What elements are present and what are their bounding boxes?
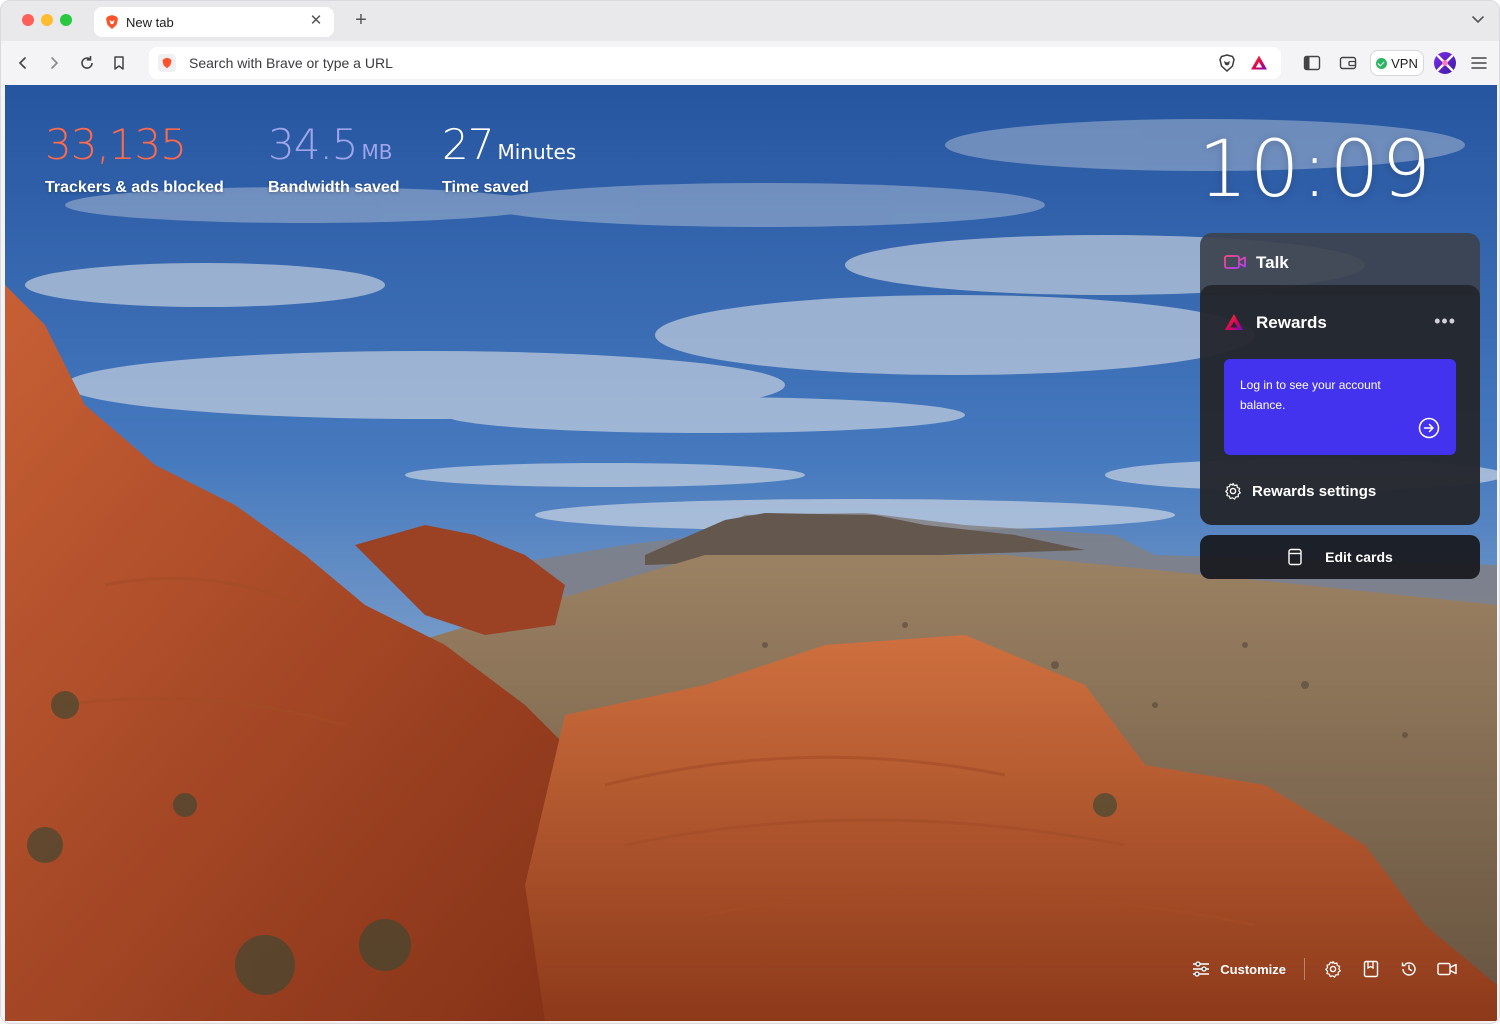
menu-button[interactable] xyxy=(1469,53,1489,73)
chevron-right-icon xyxy=(51,57,59,69)
bookmarks-icon xyxy=(1363,960,1379,978)
clock: 10:09 xyxy=(1198,125,1433,215)
vpn-status-icon xyxy=(1376,57,1388,69)
sliders-icon xyxy=(1193,961,1210,977)
bottom-toolbar: Customize xyxy=(1192,957,1457,981)
brave-shields-icon[interactable] xyxy=(1217,53,1237,73)
login-prompt-text: Log in to see your account balance. xyxy=(1240,378,1381,412)
browser-window: New tab ✕ + Search with Brave or type a … xyxy=(0,0,1500,1024)
divider xyxy=(1304,958,1305,980)
gear-icon xyxy=(1325,960,1341,978)
sidebar-icon xyxy=(1303,55,1321,71)
wallet-icon xyxy=(1339,56,1357,70)
vpn-button[interactable]: VPN xyxy=(1370,50,1424,76)
time-unit: Minutes xyxy=(497,140,577,164)
gear-icon xyxy=(1225,482,1241,500)
address-bar[interactable]: Search with Brave or type a URL xyxy=(149,47,1281,79)
cards-icon xyxy=(1288,548,1302,566)
tab-new-tab[interactable]: New tab ✕ xyxy=(94,7,334,37)
leo-ai-icon[interactable] xyxy=(1433,51,1457,75)
hamburger-menu-icon xyxy=(1471,57,1487,69)
tab-close-icon[interactable]: ✕ xyxy=(308,13,324,29)
rewards-triangle-icon[interactable] xyxy=(1249,53,1269,73)
talk-button[interactable] xyxy=(1437,959,1457,979)
edit-cards-label: Edit cards xyxy=(1325,549,1393,565)
time-value: 27 xyxy=(442,120,494,169)
reload-button[interactable] xyxy=(77,53,97,73)
arrow-right-circle-icon xyxy=(1418,417,1440,439)
search-engine-icon xyxy=(158,54,176,72)
stat-trackers-blocked: 33,135 Trackers & ads blocked xyxy=(45,123,224,197)
bandwidth-label: Bandwidth saved xyxy=(268,179,400,196)
bandwidth-value: 34.5 xyxy=(268,120,359,169)
bookmarks-button[interactable] xyxy=(1361,959,1381,979)
chevron-left-icon xyxy=(18,57,26,69)
talk-label: Talk xyxy=(1256,253,1289,272)
forward-button[interactable] xyxy=(44,53,64,73)
brave-lion-icon xyxy=(106,15,118,29)
chevron-down-icon[interactable] xyxy=(1471,12,1485,26)
minimize-window-button[interactable] xyxy=(41,14,53,26)
more-options-icon[interactable]: ••• xyxy=(1434,311,1456,332)
trackers-count: 33,135 xyxy=(45,120,187,169)
new-tab-button[interactable]: + xyxy=(351,10,371,30)
bookmark-button[interactable] xyxy=(109,53,129,73)
close-window-button[interactable] xyxy=(22,14,34,26)
video-camera-icon xyxy=(1437,962,1457,976)
widget-cards: Talk Rewards ••• Log in to see your acco… xyxy=(1200,233,1480,579)
bandwidth-unit: MB xyxy=(361,140,393,164)
wallet-button[interactable] xyxy=(1338,53,1358,73)
rewards-settings-label: Rewards settings xyxy=(1252,482,1377,500)
sidebar-button[interactable] xyxy=(1302,53,1322,73)
customize-label: Customize xyxy=(1220,961,1286,977)
toolbar: Search with Brave or type a URL VPN xyxy=(1,41,1499,85)
history-button[interactable] xyxy=(1399,959,1419,979)
rewards-title: Rewards xyxy=(1256,313,1327,332)
stat-time-saved: 27 Minutes Time saved xyxy=(442,123,576,197)
bookmark-icon xyxy=(114,56,124,70)
edit-cards-button[interactable]: Edit cards xyxy=(1200,535,1480,579)
title-bar: New tab ✕ + xyxy=(1,1,1499,41)
new-tab-page: 33,135 Trackers & ads blocked 34.5 MB Ban… xyxy=(5,85,1497,1021)
reload-icon xyxy=(81,56,93,69)
zoom-window-button[interactable] xyxy=(60,14,72,26)
video-camera-icon xyxy=(1224,255,1246,269)
stat-bandwidth-saved: 34.5 MB Bandwidth saved xyxy=(268,123,400,197)
rewards-settings-link[interactable]: Rewards settings xyxy=(1224,481,1376,501)
vpn-label: VPN xyxy=(1391,55,1418,71)
history-icon xyxy=(1401,962,1416,976)
rewards-card: Rewards ••• Log in to see your account b… xyxy=(1200,285,1480,525)
settings-button[interactable] xyxy=(1323,959,1343,979)
back-button[interactable] xyxy=(13,53,33,73)
time-label: Time saved xyxy=(442,179,529,196)
url-placeholder[interactable]: Search with Brave or type a URL xyxy=(189,55,393,71)
customize-button[interactable]: Customize xyxy=(1192,961,1286,977)
trackers-label: Trackers & ads blocked xyxy=(45,179,224,196)
rewards-login-button[interactable]: Log in to see your account balance. xyxy=(1224,359,1456,455)
tab-title: New tab xyxy=(126,15,174,30)
rewards-triangle-icon xyxy=(1225,314,1243,330)
